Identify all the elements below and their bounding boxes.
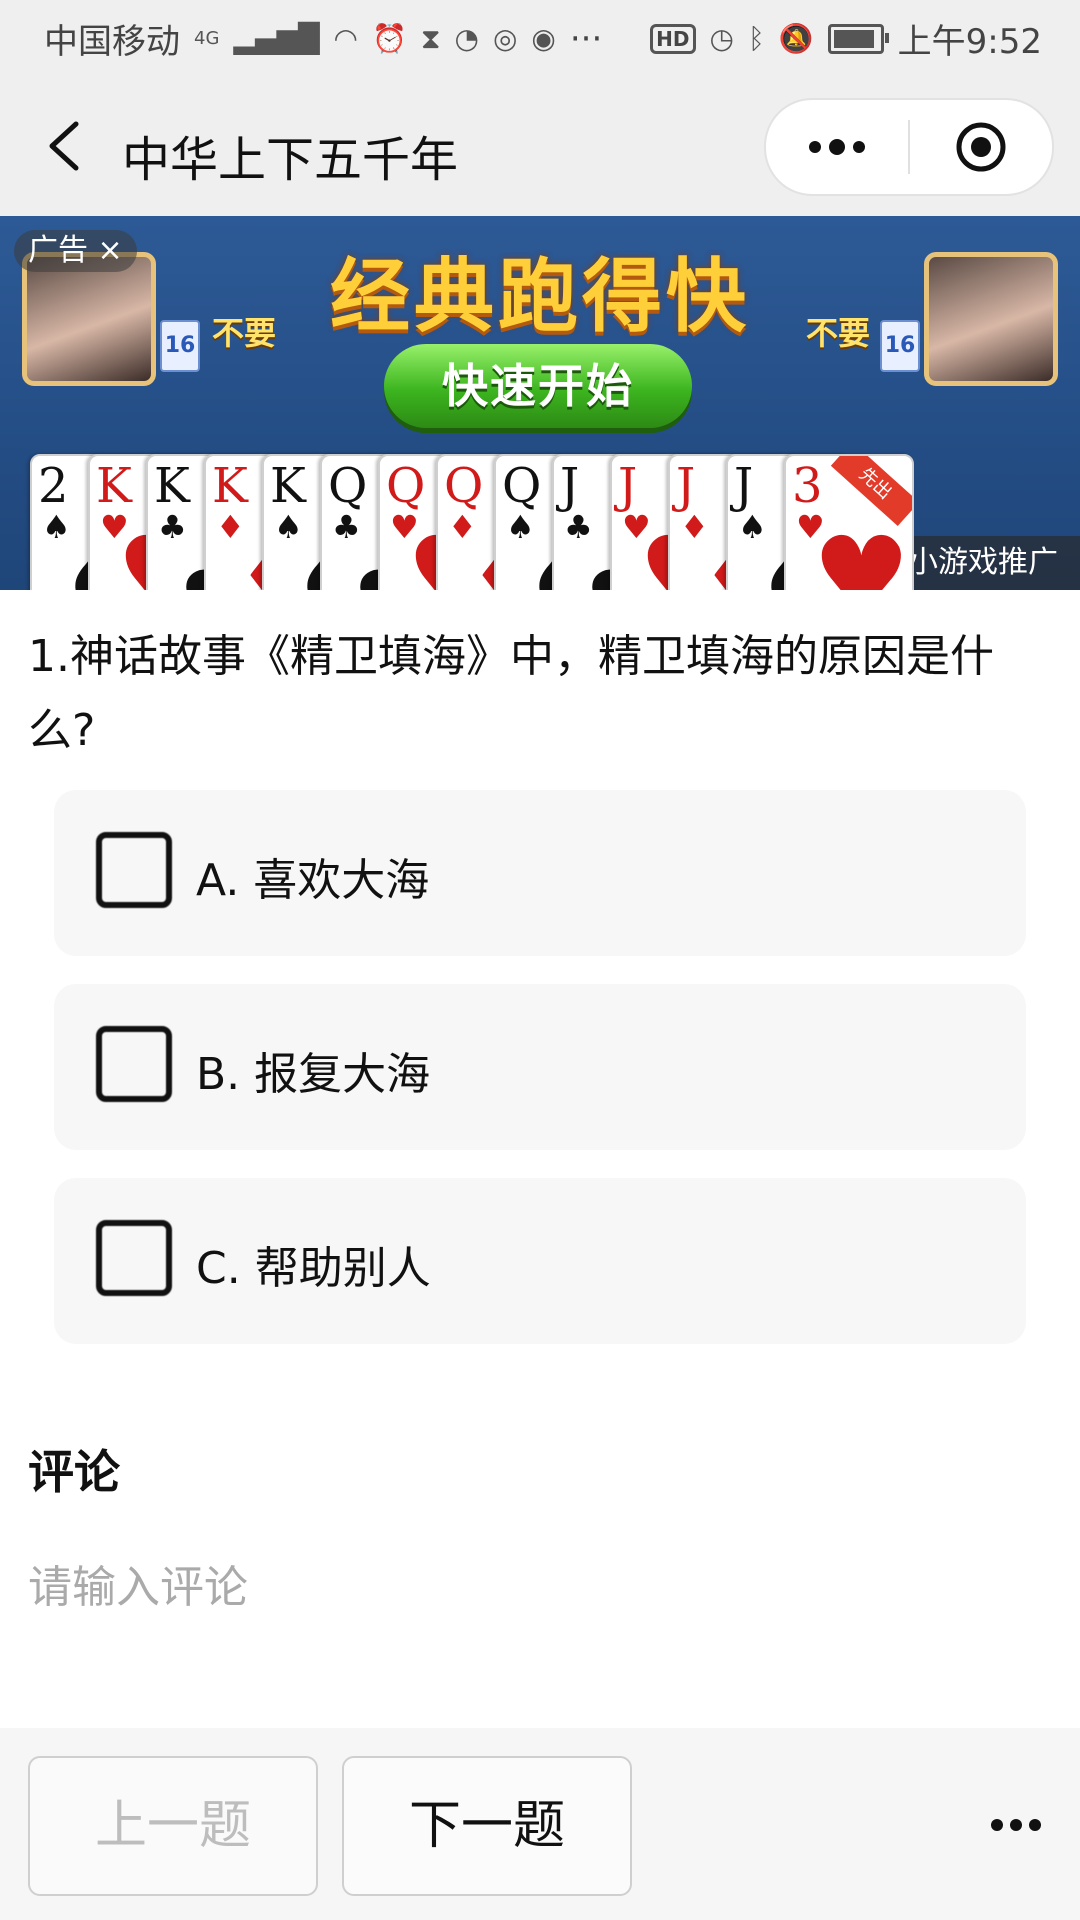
option-a-label: A. 喜欢大海 bbox=[196, 855, 430, 906]
card-rank: J bbox=[676, 458, 696, 514]
card-rank: K bbox=[270, 458, 306, 514]
card-rank: J bbox=[560, 458, 580, 514]
capsule-divider bbox=[908, 120, 910, 174]
promo-label: 小游戏推广 bbox=[908, 545, 1058, 580]
signal-icon: ▂▄▆█ bbox=[233, 22, 320, 55]
playing-card: 3 ♥ ♥ 先出 bbox=[784, 454, 914, 590]
card-rank: K bbox=[212, 458, 248, 514]
more-notifications: ··· bbox=[569, 18, 603, 59]
question-text: 1.神话故事《精卫填海》中，精卫填海的原因是什么? bbox=[28, 631, 994, 756]
checkbox-icon[interactable] bbox=[96, 1026, 172, 1102]
card-rank: J bbox=[734, 458, 754, 514]
checkbox-icon[interactable] bbox=[96, 1220, 172, 1296]
status-left: 中国移动 4G ▂▄▆█ ◠ ⏰ ⧗ ◔ ◎ ◉ ··· bbox=[44, 14, 602, 63]
card-rank: Q bbox=[328, 458, 368, 514]
left-pass-label: 不要 bbox=[212, 314, 277, 352]
right-card-count: 16 bbox=[880, 320, 920, 372]
bottom-bar: 上一题 下一题 bbox=[0, 1728, 1080, 1920]
option-c-label: C. 帮助别人 bbox=[196, 1243, 431, 1294]
card-rank: K bbox=[154, 458, 190, 514]
status-bar: 中国移动 4G ▂▄▆█ ◠ ⏰ ⧗ ◔ ◎ ◉ ··· HD ◷ ᛒ 🔕 上午… bbox=[0, 0, 1080, 74]
mute-icon: 🔕 bbox=[778, 22, 814, 55]
option-c[interactable]: C. 帮助别人 bbox=[54, 1178, 1026, 1344]
wechat-icon: ◉ bbox=[531, 22, 556, 55]
wifi-icon: ◠ bbox=[333, 22, 358, 55]
option-b-label: B. 报复大海 bbox=[196, 1049, 431, 1100]
hd-badge: HD bbox=[650, 23, 696, 54]
hourglass-icon: ⧗ bbox=[420, 21, 441, 55]
card-rank: Q bbox=[502, 458, 542, 514]
next-question-button[interactable]: 下一题 bbox=[342, 1756, 632, 1896]
more-options-icon[interactable] bbox=[990, 1818, 1042, 1832]
option-b[interactable]: B. 报复大海 bbox=[54, 984, 1026, 1150]
option-a[interactable]: A. 喜欢大海 bbox=[54, 790, 1026, 956]
card-rank: Q bbox=[386, 458, 426, 514]
network-label: 4G bbox=[194, 28, 220, 49]
card-rank: K bbox=[96, 458, 132, 514]
quick-start-button[interactable]: 快速开始 bbox=[384, 344, 692, 428]
back-icon[interactable] bbox=[38, 116, 98, 176]
close-mini-program-icon[interactable] bbox=[954, 120, 1008, 174]
bluetooth-icon: ᛒ bbox=[747, 22, 765, 55]
card-rank: 3 bbox=[792, 458, 823, 514]
prev-question-button[interactable]: 上一题 bbox=[28, 1756, 318, 1896]
comment-input[interactable] bbox=[28, 1552, 1028, 1622]
carrier-label: 中国移动 bbox=[44, 22, 180, 62]
browser-icon: ◎ bbox=[492, 22, 518, 55]
left-card-count: 16 bbox=[160, 320, 200, 372]
nav-bar: 中华上下五千年 bbox=[0, 74, 1080, 216]
right-pass-label: 不要 bbox=[805, 314, 870, 352]
status-right: HD ◷ ᛒ 🔕 上午9:52 bbox=[650, 14, 1042, 63]
checkbox-icon[interactable] bbox=[96, 832, 172, 908]
card-big-suit-icon: ♥ bbox=[812, 513, 911, 590]
mini-program-capsule bbox=[764, 98, 1054, 196]
more-menu-icon[interactable] bbox=[806, 130, 868, 164]
alarm-app-icon: ⏰ bbox=[371, 22, 407, 55]
card-rank: J bbox=[618, 458, 638, 514]
page-title: 中华上下五千年 bbox=[122, 132, 459, 188]
alarm-icon: ◷ bbox=[709, 22, 734, 55]
card-rank: 2 bbox=[38, 458, 69, 514]
ad-banner[interactable]: 广告 × 经典跑得快 16 16 不要 不要 快速开始 2♠♠K♥♥K♣♣K♦♦… bbox=[0, 216, 1080, 590]
battery-icon bbox=[827, 23, 889, 54]
time-label: 上午9:52 bbox=[897, 22, 1042, 62]
card-rank: Q bbox=[444, 458, 484, 514]
qq-icon: ◔ bbox=[454, 22, 479, 55]
comment-heading: 评论 bbox=[28, 1445, 120, 1499]
